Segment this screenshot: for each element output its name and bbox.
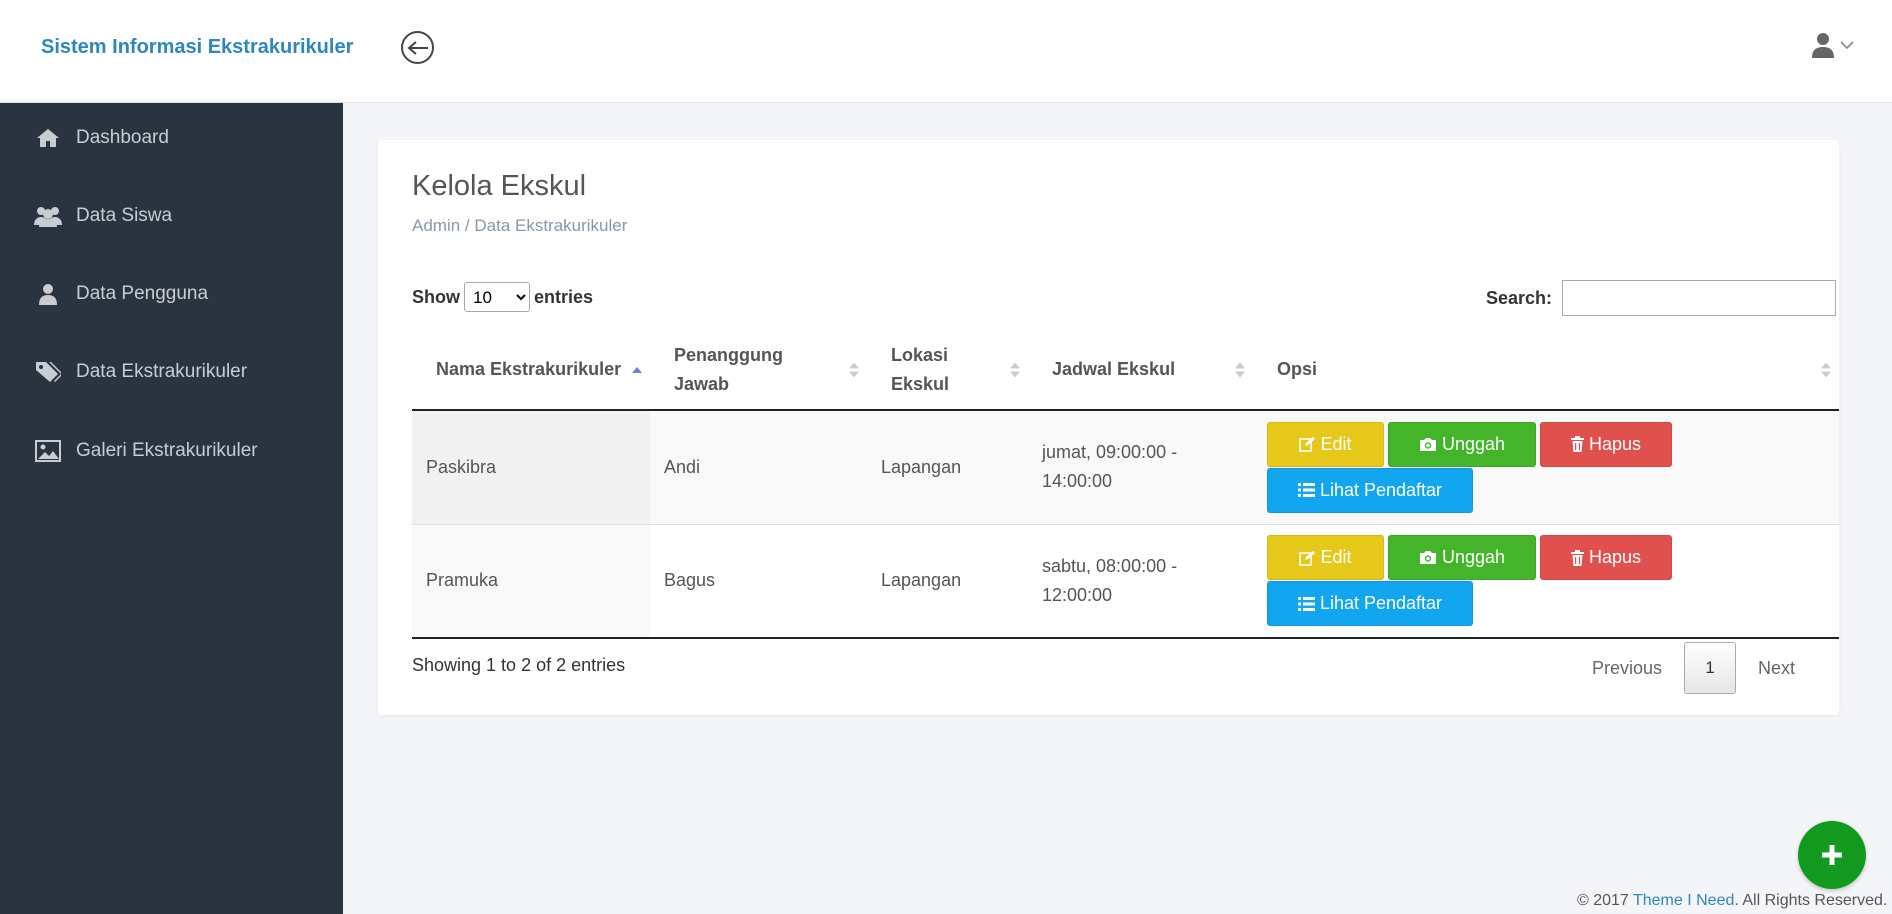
previous-page-button[interactable]: Previous [1582,658,1672,679]
sort-both-icon [849,362,859,377]
search-input[interactable] [1562,280,1837,316]
entries-label: entries [534,286,594,307]
delete-button[interactable]: Hapus [1540,535,1672,581]
add-button[interactable] [1798,821,1866,889]
cell-nama: Pramuka [412,524,650,639]
edit-button[interactable]: Edit [1267,421,1384,467]
sidebar-item-label: Data Ekstrakurikuler [76,361,248,382]
arrow-left-icon [406,40,428,55]
page-title: Kelola Ekskul [412,170,587,202]
sidebar-item-label: Data Pengguna [76,283,209,304]
action-buttons: Edit Unggah Hapus Lihat Pendaftar [1267,535,1687,627]
sort-asc-icon [632,366,642,373]
cell-nama: Paskibra [412,410,650,525]
cell-opsi: Edit Unggah Hapus Lihat Pendaftar [1253,410,1839,525]
search-control: Search: [1486,280,1837,316]
breadcrumb: Admin / Data Ekstrakurikuler [412,216,628,235]
view-registrants-label: Lihat Pendaftar [1319,593,1443,614]
sidebar-item-label: Galeri Ekstrakurikuler [76,440,258,461]
cell-penanggung-jawab: Bagus [650,524,867,639]
home-icon [34,126,62,150]
view-registrants-button[interactable]: Lihat Pendaftar [1267,581,1473,627]
sidebar-item-data-pengguna[interactable]: Data Pengguna [34,282,208,306]
list-icon [1297,596,1315,611]
chevron-down-icon [1840,40,1854,49]
upload-label: Unggah [1441,547,1506,568]
column-header-label: Lokasi Ekskul [891,344,950,394]
column-header-label: Opsi [1277,359,1318,379]
user-icon [1812,33,1834,58]
column-header-opsi[interactable]: Opsi [1253,330,1839,411]
search-label: Search: [1486,287,1553,308]
footer-rights: . All Rights Reserved. [1734,892,1888,909]
content-card: Kelola Ekskul Admin / Data Ekstrakurikul… [378,140,1839,715]
cell-lokasi: Lapangan [867,410,1028,525]
delete-button[interactable]: Hapus [1540,421,1672,467]
user-icon [34,282,62,306]
cell-penanggung-jawab: Andi [650,410,867,525]
sort-both-icon [1235,362,1245,377]
trash-icon [1570,549,1584,566]
column-header-penanggung-jawab[interactable]: Penanggung Jawab [650,330,867,411]
sort-both-icon [1821,362,1831,377]
sidebar-item-dashboard[interactable]: Dashboard [34,126,169,150]
user-menu[interactable] [1812,32,1854,58]
table-info: Showing 1 to 2 of 2 entries [412,655,626,675]
action-buttons: Edit Unggah Hapus Lihat Pendaftar [1267,421,1687,513]
sidebar-item-data-siswa[interactable]: Data Siswa [34,204,172,228]
sidebar-item-label: Dashboard [76,127,169,148]
users-icon [34,204,62,228]
entries-length-control: Show 10 entries [412,282,593,312]
upload-button[interactable]: Unggah [1388,535,1536,581]
edit-icon [1299,437,1316,453]
column-header-nama[interactable]: Nama Ekstrakurikuler [412,330,650,411]
view-registrants-label: Lihat Pendaftar [1319,479,1443,500]
cell-opsi: Edit Unggah Hapus Lihat Pendaftar [1253,524,1839,639]
footer-copyright: © 2017 [1577,892,1633,909]
sort-both-icon [1010,362,1020,377]
edit-icon [1299,550,1316,566]
entries-select[interactable]: 10 [464,282,530,312]
footer: © 2017 Theme I Need. All Rights Reserved… [1577,892,1887,910]
cell-lokasi: Lapangan [867,524,1028,639]
camera-icon [1419,437,1436,451]
column-header-jadwal[interactable]: Jadwal Ekskul [1028,330,1253,411]
tags-icon [34,360,62,384]
upload-label: Unggah [1441,433,1506,454]
edit-label: Edit [1320,547,1352,568]
footer-theme-link[interactable]: Theme I Need [1633,892,1734,909]
ekskul-table: Nama Ekstrakurikuler Penanggung Jawab Lo… [412,330,1839,639]
sidebar-item-label: Data Siswa [76,205,173,226]
sidebar-item-data-ekstrakurikuler[interactable]: Data Ekstrakurikuler [34,360,247,384]
show-label: Show [412,286,460,307]
cell-jadwal: sabtu, 08:00:00 - 12:00:00 [1028,524,1253,639]
pagination: Previous 1 Next [1378,642,1805,694]
column-header-label: Penanggung Jawab [674,344,783,394]
app-brand[interactable]: Sistem Informasi Ekstrakurikuler [41,36,353,59]
upload-button[interactable]: Unggah [1388,421,1536,467]
list-icon [1297,483,1315,498]
delete-label: Hapus [1588,433,1642,454]
delete-label: Hapus [1588,547,1642,568]
top-header: Sistem Informasi Ekstrakurikuler [0,0,1892,103]
camera-icon [1419,551,1436,565]
column-header-lokasi[interactable]: Lokasi Ekskul [867,330,1028,411]
edit-label: Edit [1320,433,1352,454]
view-registrants-button[interactable]: Lihat Pendaftar [1267,467,1473,513]
plus-icon [1822,845,1842,865]
table-row: Paskibra Andi Lapangan jumat, 09:00:00 -… [412,410,1839,525]
column-header-label: Jadwal Ekskul [1052,359,1176,379]
page-number-button[interactable]: 1 [1683,642,1736,694]
cell-jadwal: jumat, 09:00:00 - 14:00:00 [1028,410,1253,525]
sidebar: Dashboard Data Siswa Data Pengguna Data … [0,103,343,914]
sidebar-item-galeri-ekstrakurikuler[interactable]: Galeri Ekstrakurikuler [34,439,258,463]
edit-button[interactable]: Edit [1267,535,1384,581]
next-page-button[interactable]: Next [1748,658,1805,679]
image-icon [34,439,62,463]
table-header-row: Nama Ekstrakurikuler Penanggung Jawab Lo… [412,330,1839,411]
table-row: Pramuka Bagus Lapangan sabtu, 08:00:00 -… [412,524,1839,639]
column-header-label: Nama Ekstrakurikuler [436,359,622,379]
trash-icon [1570,436,1584,453]
back-button[interactable] [401,31,434,64]
